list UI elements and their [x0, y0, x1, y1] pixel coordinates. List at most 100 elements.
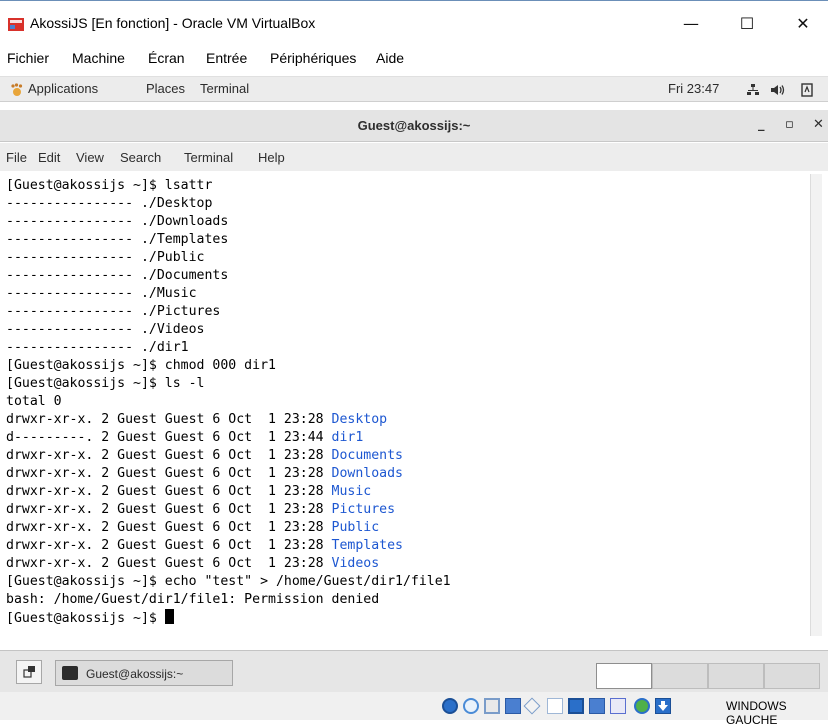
workspace-2[interactable]: [652, 663, 708, 689]
window-title: AkossiJS [En fonction] - Oracle VM Virtu…: [30, 15, 316, 31]
power-icon[interactable]: [800, 82, 814, 98]
terminal-output[interactable]: [Guest@akossijs ~]$ lsattr --------------…: [0, 174, 810, 636]
terminal-line-text: [Guest@akossijs ~]$ lsattr: [6, 178, 213, 193]
terminal-line: ---------------- ./Public: [6, 249, 451, 267]
terminal-menu-edit[interactable]: Edit: [38, 150, 60, 165]
directory-name: Videos: [331, 556, 380, 571]
terminal-line: d---------. 2 Guest Guest 6 Oct 1 23:44 …: [6, 429, 451, 447]
terminal-line: ---------------- ./Pictures: [6, 303, 451, 321]
places-menu[interactable]: Places: [146, 81, 185, 96]
vbox-window-titlebar: AkossiJS [En fonction] - Oracle VM Virtu…: [0, 0, 828, 44]
terminal-line: drwxr-xr-x. 2 Guest Guest 6 Oct 1 23:28 …: [6, 411, 451, 429]
directory-name: Downloads: [331, 466, 403, 481]
host-key-label: WINDOWS GAUCHE: [726, 699, 787, 727]
terminal-line: ---------------- ./Templates: [6, 231, 451, 249]
clock[interactable]: Fri 23:47: [668, 81, 719, 96]
terminal-menu-search[interactable]: Search: [120, 150, 161, 165]
terminal-line-text: [Guest@akossijs ~]$ ls -l: [6, 376, 205, 391]
terminal-line: [Guest@akossijs ~]$: [6, 609, 451, 627]
menu-fichier[interactable]: Fichier: [7, 50, 49, 66]
terminal-line: drwxr-xr-x. 2 Guest Guest 6 Oct 1 23:28 …: [6, 537, 451, 555]
shared-folders-icon[interactable]: [547, 698, 563, 714]
display-icon[interactable]: [568, 698, 584, 714]
optical-drive-icon[interactable]: [463, 698, 479, 714]
network-adapter-icon[interactable]: [505, 698, 521, 714]
virtualization-icon[interactable]: [610, 698, 626, 714]
terminal-line-text: ---------------- ./Documents: [6, 268, 229, 283]
taskbar-terminal-label: Guest@akossijs:~: [86, 667, 184, 681]
virtualbox-app-icon: [8, 18, 24, 31]
gnome-foot-icon: [11, 83, 23, 96]
workspace-3[interactable]: [708, 663, 764, 689]
down-arrow-icon: [658, 701, 668, 711]
directory-name: Public: [331, 520, 380, 535]
terminal-line-text: drwxr-xr-x. 2 Guest Guest 6 Oct 1 23:28: [6, 520, 332, 535]
terminal-scrollbar[interactable]: [810, 174, 822, 636]
menu-entree[interactable]: Entrée: [206, 50, 247, 66]
terminal-line-text: drwxr-xr-x. 2 Guest Guest 6 Oct 1 23:28: [6, 412, 332, 427]
terminal-line: [Guest@akossijs ~]$ chmod 000 dir1: [6, 357, 451, 375]
terminal-menubar: File Edit View Search Terminal Help: [0, 143, 828, 171]
menu-aide[interactable]: Aide: [376, 50, 404, 66]
show-desktop-icon: [23, 666, 35, 678]
terminal-line-text: drwxr-xr-x. 2 Guest Guest 6 Oct 1 23:28: [6, 484, 332, 499]
terminal-line: drwxr-xr-x. 2 Guest Guest 6 Oct 1 23:28 …: [6, 501, 451, 519]
workspace-1[interactable]: [596, 663, 652, 689]
audio-icon[interactable]: [484, 698, 500, 714]
workspace-4[interactable]: [764, 663, 820, 689]
terminal-line-text: ---------------- ./Public: [6, 250, 205, 265]
maximize-button[interactable]: ☐: [724, 9, 770, 39]
mouse-integration-icon[interactable]: [634, 698, 650, 714]
volume-icon[interactable]: [770, 83, 786, 97]
terminal-app-menu[interactable]: Terminal: [200, 81, 249, 96]
terminal-line: total 0: [6, 393, 451, 411]
terminal-menu-terminal[interactable]: Terminal: [184, 150, 233, 165]
terminal-line-text: drwxr-xr-x. 2 Guest Guest 6 Oct 1 23:28: [6, 556, 332, 571]
taskbar-terminal-button[interactable]: Guest@akossijs:~: [55, 660, 233, 686]
usb-icon[interactable]: [523, 697, 541, 715]
terminal-line-text: ---------------- ./Music: [6, 286, 197, 301]
terminal-line-text: ---------------- ./Pictures: [6, 304, 221, 319]
network-icon[interactable]: [746, 83, 760, 97]
terminal-line-text: ---------------- ./dir1: [6, 340, 189, 355]
terminal-menu-file[interactable]: File: [6, 150, 27, 165]
terminal-window-icon: [62, 666, 78, 680]
directory-name: Templates: [331, 538, 403, 553]
terminal-lines: [Guest@akossijs ~]$ lsattr --------------…: [6, 177, 451, 627]
menu-peripheriques[interactable]: Périphériques: [270, 50, 356, 66]
terminal-minimize-button[interactable]: _: [758, 117, 765, 132]
terminal-line: drwxr-xr-x. 2 Guest Guest 6 Oct 1 23:28 …: [6, 465, 451, 483]
terminal-cursor: [164, 609, 174, 624]
hard-disk-icon[interactable]: [442, 698, 458, 714]
terminal-line: ---------------- ./Downloads: [6, 213, 451, 231]
directory-name: Desktop: [331, 412, 388, 427]
applications-menu[interactable]: Applications: [28, 81, 98, 96]
terminal-menu-view[interactable]: View: [76, 150, 104, 165]
terminal-line: ---------------- ./Music: [6, 285, 451, 303]
terminal-line-text: drwxr-xr-x. 2 Guest Guest 6 Oct 1 23:28: [6, 466, 332, 481]
terminal-line-text: drwxr-xr-x. 2 Guest Guest 6 Oct 1 23:28: [6, 502, 332, 517]
terminal-line-text: bash: /home/Guest/dir1/file1: Permission…: [6, 592, 380, 607]
close-button[interactable]: ✕: [780, 9, 826, 39]
video-capture-icon[interactable]: [589, 698, 605, 714]
terminal-line: bash: /home/Guest/dir1/file1: Permission…: [6, 591, 451, 609]
show-desktop-button[interactable]: [16, 660, 42, 684]
terminal-menu-help[interactable]: Help: [258, 150, 285, 165]
menu-machine[interactable]: Machine: [72, 50, 125, 66]
terminal-maximize-button[interactable]: ▫: [785, 117, 794, 132]
keyboard-capture-icon[interactable]: [655, 698, 671, 714]
directory-name: Documents: [331, 448, 403, 463]
terminal-line-text: d---------. 2 Guest Guest 6 Oct 1 23:44: [6, 430, 332, 445]
directory-name: Pictures: [331, 502, 396, 517]
terminal-line-text: [Guest@akossijs ~]$: [6, 611, 165, 626]
terminal-line: ---------------- ./dir1: [6, 339, 451, 357]
vbox-status-bar: WINDOWS GAUCHE: [0, 692, 828, 727]
gnome-top-bar: Applications Places Terminal Fri 23:47: [0, 76, 828, 102]
terminal-line: drwxr-xr-x. 2 Guest Guest 6 Oct 1 23:28 …: [6, 519, 451, 537]
terminal-line: drwxr-xr-x. 2 Guest Guest 6 Oct 1 23:28 …: [6, 447, 451, 465]
terminal-line-text: drwxr-xr-x. 2 Guest Guest 6 Oct 1 23:28: [6, 448, 332, 463]
directory-name: dir1: [331, 430, 364, 445]
terminal-close-button[interactable]: ✕: [813, 117, 824, 132]
menu-ecran[interactable]: Écran: [148, 50, 185, 66]
minimize-button[interactable]: —: [668, 9, 714, 39]
